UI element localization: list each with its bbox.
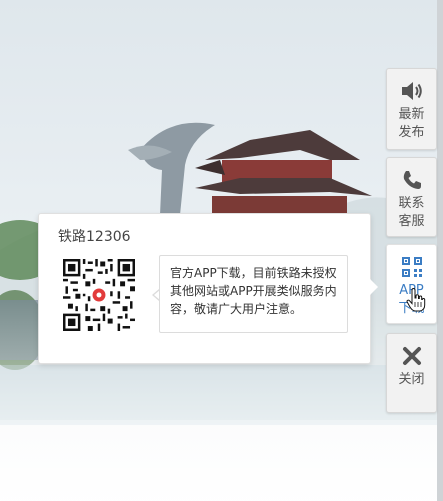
customer-service-label: 联系客服 xyxy=(398,196,425,229)
popup-description: 官方APP下载，目前铁路未授权其他网站或APP开展类似服务内容，敬请广大用户注意… xyxy=(159,255,348,333)
customer-service-button[interactable]: 联系客服 xyxy=(386,157,437,237)
phone-icon xyxy=(401,168,423,192)
hand-cursor-icon xyxy=(406,288,426,312)
close-button[interactable]: 关闭 xyxy=(386,333,437,413)
latest-news-label: 最新发布 xyxy=(398,107,425,140)
speaker-icon xyxy=(400,79,424,103)
sidebar-strip xyxy=(437,0,443,501)
latest-news-button[interactable]: 最新发布 xyxy=(386,68,437,150)
close-label: 关闭 xyxy=(398,372,425,387)
popup-title: 铁路12306 xyxy=(58,229,131,245)
qr-code-image xyxy=(63,259,135,331)
app-download-popup: 铁路12306 官方APP下载，目前铁路未授权其他网站或APP开展类似服务内容，… xyxy=(38,213,371,364)
app-download-button[interactable]: APP下载 xyxy=(386,244,437,324)
close-icon xyxy=(402,344,422,368)
qr-code-icon xyxy=(401,255,423,279)
